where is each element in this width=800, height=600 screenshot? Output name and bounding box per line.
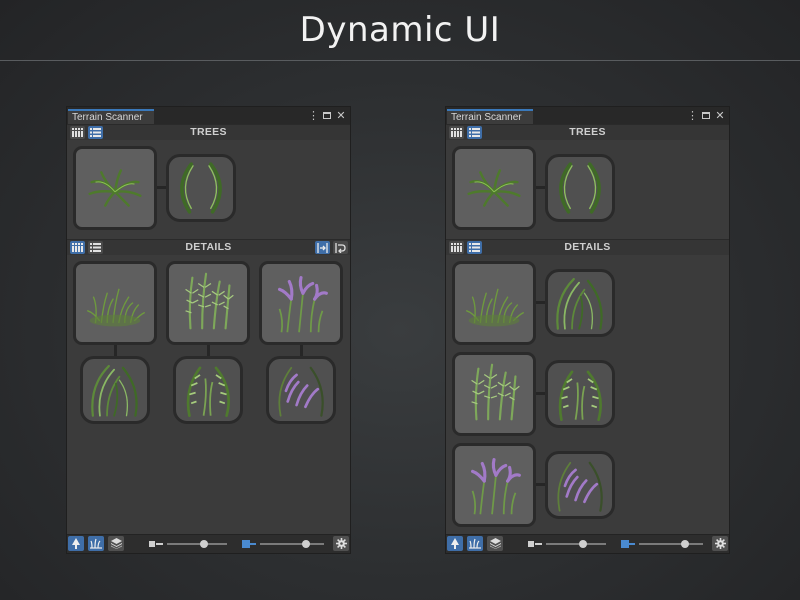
fern-thumbnail [471,363,520,421]
details-content [446,255,729,535]
palm-tree-thumbnail [88,169,142,207]
size-slider[interactable] [528,537,608,551]
gear-icon [714,538,726,549]
detail-prefab-slot-lavender[interactable] [452,443,536,527]
tree-variant-slot[interactable] [166,154,236,222]
tree-prefab-slot[interactable] [73,146,157,230]
detail-prefab-slot-fern[interactable] [452,352,536,436]
tree-filter-button[interactable] [68,536,84,551]
tree-filter-button[interactable] [447,536,463,551]
slider-track [167,543,227,545]
fern-thumbnail [185,272,234,330]
trees-content [67,140,350,240]
tree-variant-thumbnail [180,162,222,214]
slider-thumb[interactable] [302,540,311,548]
spacing-slider[interactable] [242,537,327,551]
window-footer [67,534,350,553]
layers-button[interactable] [108,536,124,551]
lavender-variant-thumbnail [557,461,603,512]
detail-prefab-slot-lavender[interactable] [259,261,343,345]
detail-variant-slot-fern[interactable] [545,360,615,428]
detail-variant-slot-grass[interactable] [80,356,150,424]
grass-filter-button[interactable] [467,536,483,551]
tree-icon [451,538,459,549]
terrain-scanner-window-left: Terrain Scanner ⋮ ✕ TREES DETAILS [66,106,351,554]
trees-content [446,140,729,240]
detail-variant-slot-lavender[interactable] [266,356,336,424]
slider-thumb[interactable] [579,540,588,548]
grass-icon [469,538,481,549]
grass-variant-thumbnail [91,364,138,417]
lavender-thumbnail [470,458,521,515]
wrap-button[interactable] [333,241,348,254]
terrain-scanner-window-right: Terrain Scanner ⋮ ✕ TREES DETAILS [445,106,730,554]
fern-variant-thumbnail [186,366,230,418]
tree-prefab-slot[interactable] [452,146,536,230]
palm-tree-thumbnail [467,169,521,207]
align-icon [317,242,328,253]
grass-variant-thumbnail [556,277,603,330]
wrap-icon [335,242,346,253]
page-title: Dynamic UI [299,10,501,50]
settings-button[interactable] [712,536,728,551]
window-titlebar: Terrain Scanner ⋮ ✕ [446,107,729,125]
grass-tuft-thumbnail [87,288,145,327]
blue-size-icon [621,540,635,548]
slider-track [546,543,606,545]
trees-title: TREES [190,126,227,138]
size-slider[interactable] [149,537,229,551]
layers-icon [489,538,501,549]
window-tab[interactable]: Terrain Scanner [68,109,154,124]
detail-prefab-slot-grass[interactable] [73,261,157,345]
layers-button[interactable] [487,536,503,551]
window-footer [446,534,729,553]
lavender-variant-thumbnail [278,366,324,417]
close-icon[interactable]: ✕ [715,109,725,122]
detail-prefab-slot-fern[interactable] [166,261,250,345]
slider-track [639,543,703,545]
kebab-menu-icon[interactable]: ⋮ [687,109,698,122]
settings-button[interactable] [333,536,349,551]
small-size-icon [149,541,163,547]
fern-variant-thumbnail [558,370,602,422]
details-title: DETAILS [564,241,611,253]
details-section-header: DETAILS [67,239,350,256]
tree-variant-slot[interactable] [545,154,615,222]
gear-icon [335,538,347,549]
title-divider [0,60,800,61]
blue-size-icon [242,540,256,548]
grass-tuft-thumbnail [466,288,524,327]
close-icon[interactable]: ✕ [336,109,346,122]
tree-variant-thumbnail [559,162,601,214]
maximize-icon[interactable] [702,112,710,119]
slider-thumb[interactable] [681,540,690,548]
lavender-thumbnail [277,276,328,333]
window-tab[interactable]: Terrain Scanner [447,109,533,124]
trees-title: TREES [569,126,606,138]
window-titlebar: Terrain Scanner ⋮ ✕ [67,107,350,125]
slider-thumb[interactable] [200,540,209,548]
details-title: DETAILS [185,241,232,253]
layers-icon [110,538,122,549]
kebab-menu-icon[interactable]: ⋮ [308,109,319,122]
trees-section-header: TREES [67,124,350,141]
trees-section-header: TREES [446,124,729,141]
details-section-header: DETAILS [446,239,729,256]
spacing-slider[interactable] [621,537,706,551]
detail-variant-slot-grass[interactable] [545,269,615,337]
small-size-icon [528,541,542,547]
tree-icon [72,538,80,549]
detail-variant-slot-fern[interactable] [173,356,243,424]
grass-icon [90,538,102,549]
maximize-icon[interactable] [323,112,331,119]
detail-variant-slot-lavender[interactable] [545,451,615,519]
details-content [67,255,350,535]
align-button[interactable] [315,241,330,254]
grass-filter-button[interactable] [88,536,104,551]
detail-prefab-slot-grass[interactable] [452,261,536,345]
slider-track [260,543,324,545]
